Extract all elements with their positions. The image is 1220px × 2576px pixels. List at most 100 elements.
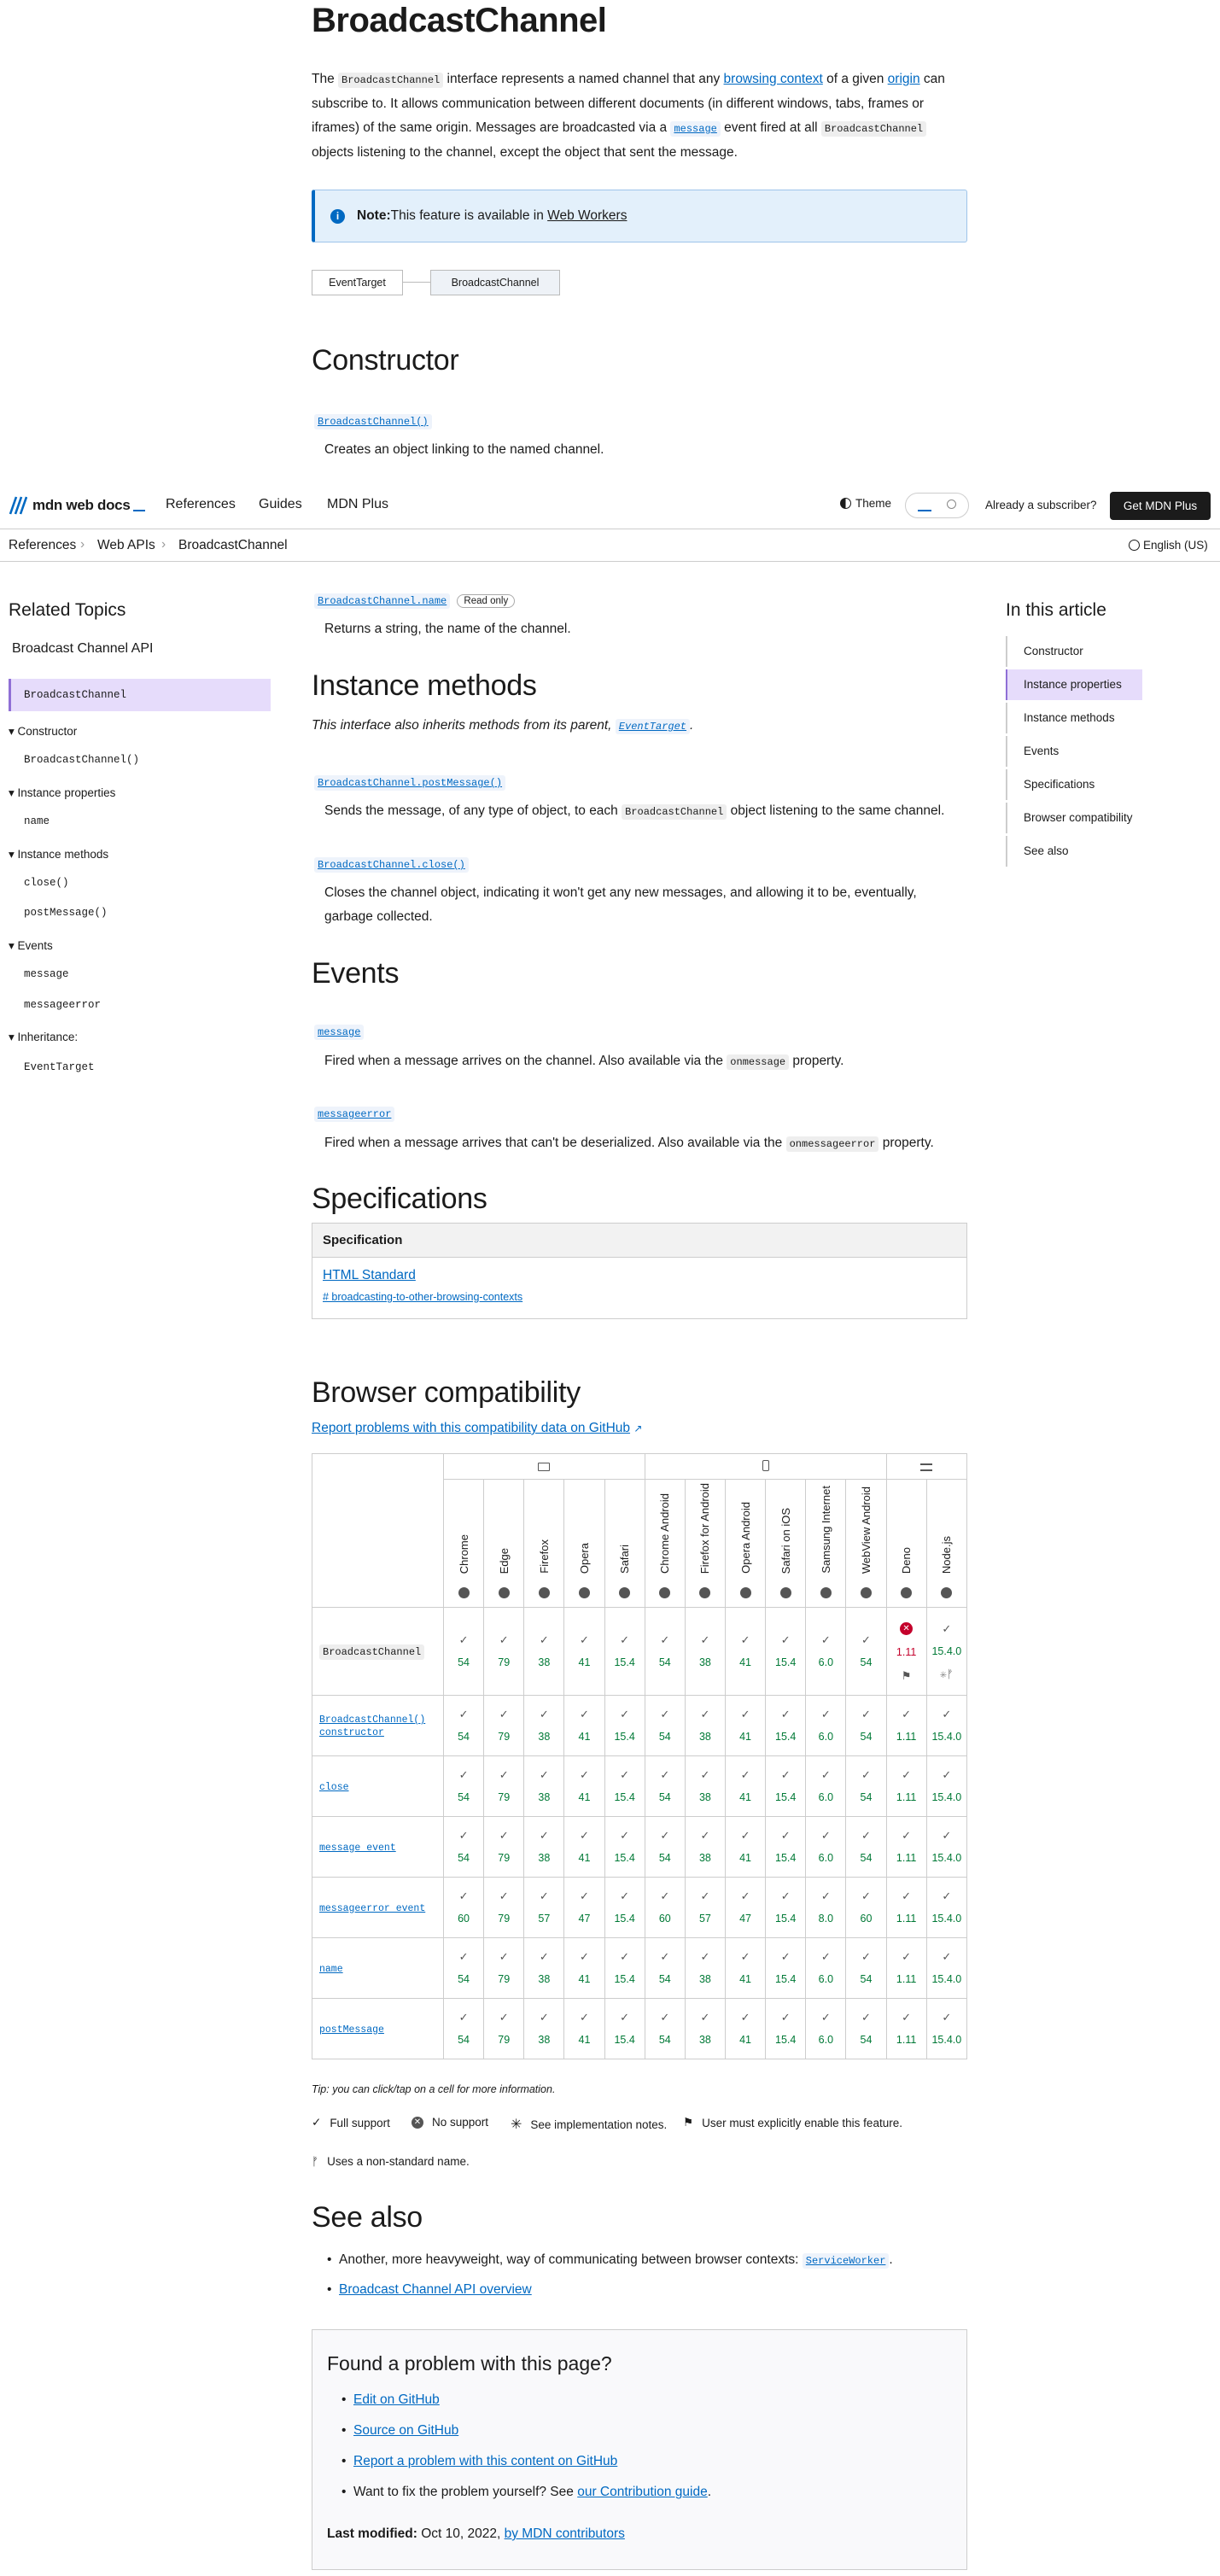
compat-cell[interactable]: ✓ 57: [523, 1877, 565, 1938]
compat-cell[interactable]: ✓ 41: [724, 1816, 767, 1878]
compat-cell[interactable]: ✓ 15.4: [765, 1607, 807, 1696]
sidebar-item-close[interactable]: close(): [24, 877, 69, 889]
toc-item-instance-properties[interactable]: Instance properties: [1006, 669, 1142, 700]
compat-cell[interactable]: ✓ 15.4.0: [925, 1755, 968, 1817]
compat-cell[interactable]: ✓ 15.4.0: [925, 1816, 968, 1878]
compat-cell[interactable]: ✓ 38: [523, 1755, 565, 1817]
compat-cell[interactable]: ✓ 79: [483, 1937, 525, 1999]
compat-cell[interactable]: ✓ 38: [684, 1816, 726, 1878]
compat-cell[interactable]: ✓ 6.0: [805, 1937, 847, 1999]
compat-cell[interactable]: ✓ 1.11: [885, 1755, 927, 1817]
compat-cell[interactable]: ✓ 54: [845, 1937, 887, 1999]
language-selector[interactable]: English (US): [1129, 539, 1208, 552]
compat-cell[interactable]: ✓ 15.4.0: [925, 1937, 968, 1999]
compat-cell[interactable]: ✓ 38: [684, 1755, 726, 1817]
compat-cell[interactable]: ✓ 15.4: [604, 1937, 645, 1999]
compat-cell[interactable]: ✓ 54: [845, 1695, 887, 1756]
compat-cell[interactable]: ✓ 38: [523, 1998, 565, 2059]
compat-cell[interactable]: ✓ 54: [442, 1937, 485, 1999]
compat-cell[interactable]: ✓ 41: [563, 1755, 605, 1817]
compat-cell[interactable]: ✓ 54: [442, 1755, 485, 1817]
compat-cell[interactable]: ✓ 54: [845, 1607, 887, 1696]
compat-cell[interactable]: ✓ 41: [563, 1998, 605, 2059]
compat-cell[interactable]: ✓ 57: [684, 1877, 726, 1938]
compat-cell[interactable]: ✓ 79: [483, 1998, 525, 2059]
mdn-logo[interactable]: mdn web docs: [9, 495, 146, 516]
link-html-standard[interactable]: HTML Standard: [323, 1268, 416, 1282]
link-spec-anchor[interactable]: # broadcasting-to-other-browsing-context…: [323, 1291, 522, 1303]
term-name-property[interactable]: BroadcastChannel.name: [314, 593, 451, 609]
link-source-on-github[interactable]: Source on GitHub: [353, 2423, 458, 2438]
compat-cell[interactable]: ✓ 79: [483, 1695, 525, 1756]
link-report-problem[interactable]: Report a problem with this content on Gi…: [353, 2454, 617, 2468]
search-input[interactable]: [905, 493, 969, 518]
toc-item-constructor[interactable]: Constructor: [1006, 636, 1142, 667]
inheritance-box-eventtarget[interactable]: EventTarget: [312, 270, 403, 295]
sidebar-group-events[interactable]: ▾ Events: [9, 939, 53, 953]
compat-feature-name[interactable]: name: [319, 1964, 343, 1975]
sidebar-item-postmessage[interactable]: postMessage(): [24, 907, 108, 919]
compat-feature-name[interactable]: BroadcastChannel() constructor: [319, 1714, 425, 1738]
link-serviceworker[interactable]: ServiceWorker: [802, 2253, 890, 2269]
compat-cell[interactable]: ✓ 15.4: [765, 1755, 807, 1817]
link-mdn-contributors[interactable]: by MDN contributors: [505, 2526, 625, 2541]
compat-cell[interactable]: ✓ 1.11: [885, 1998, 927, 2059]
compat-cell[interactable]: ✓ 38: [523, 1695, 565, 1756]
compat-cell[interactable]: ✓ 60: [644, 1877, 686, 1938]
compat-cell[interactable]: ✓ 38: [684, 1937, 726, 1999]
compat-cell[interactable]: ✓ 54: [845, 1998, 887, 2059]
term-close[interactable]: BroadcastChannel.close(): [314, 857, 469, 873]
compat-cell[interactable]: ✓ 15.4: [604, 1695, 645, 1756]
compat-cell[interactable]: ✓ 15.4: [604, 1998, 645, 2059]
compat-cell[interactable]: ✓ 41: [724, 1755, 767, 1817]
toc-item-see-also[interactable]: See also: [1006, 836, 1142, 867]
link-message-event[interactable]: message: [670, 121, 721, 137]
sidebar-item-messageerror[interactable]: messageerror: [24, 999, 101, 1011]
compat-cell[interactable]: ✓ 54: [442, 1607, 485, 1696]
compat-feature-name[interactable]: message event: [319, 1843, 396, 1854]
compat-cell[interactable]: ✓ 54: [644, 1998, 686, 2059]
compat-cell[interactable]: ✓ 6.0: [805, 1607, 847, 1696]
sidebar-item-active[interactable]: BroadcastChannel: [9, 679, 271, 711]
compat-cell[interactable]: ✓ 54: [644, 1937, 686, 1999]
compat-cell[interactable]: ✓ 38: [684, 1998, 726, 2059]
compat-cell[interactable]: ✓ 15.4: [765, 1695, 807, 1756]
compat-cell[interactable]: ✓ 15.4.0 ✳ᚠ: [925, 1607, 968, 1696]
compat-cell[interactable]: ✓ 41: [724, 1695, 767, 1756]
link-eventtarget[interactable]: EventTarget: [615, 719, 691, 734]
compat-cell[interactable]: ✓ 15.4: [604, 1816, 645, 1878]
compat-cell[interactable]: ✓ 6.0: [805, 1755, 847, 1817]
compat-feature-name[interactable]: messageerror event: [319, 1903, 425, 1914]
toc-item-browser-compatibility[interactable]: Browser compatibility: [1006, 803, 1142, 833]
compat-cell[interactable]: ✓ 38: [523, 1816, 565, 1878]
compat-cell[interactable]: ✓ 15.4: [765, 1877, 807, 1938]
sidebar-group-properties[interactable]: ▾ Instance properties: [9, 786, 115, 800]
toc-item-events[interactable]: Events: [1006, 736, 1142, 767]
sidebar-item-eventtarget[interactable]: EventTarget: [24, 1061, 95, 1073]
compat-cell[interactable]: ✓ 47: [563, 1877, 605, 1938]
compat-cell[interactable]: ✓ 15.4: [604, 1607, 645, 1696]
compat-cell[interactable]: ✓ 38: [684, 1607, 726, 1696]
compat-cell[interactable]: ✓ 38: [523, 1607, 565, 1696]
link-web-workers[interactable]: Web Workers: [547, 208, 627, 224]
compat-feature-name[interactable]: close: [319, 1782, 349, 1793]
compat-cell[interactable]: ✓ 15.4: [604, 1755, 645, 1817]
term-postmessage[interactable]: BroadcastChannel.postMessage(): [314, 775, 506, 791]
sidebar-item-constructor[interactable]: BroadcastChannel(): [24, 754, 139, 766]
compat-cell[interactable]: ✓ 54: [644, 1755, 686, 1817]
compat-cell[interactable]: ✓ 1.11: [885, 1877, 927, 1938]
compat-cell[interactable]: ✓ 54: [442, 1816, 485, 1878]
link-edit-on-github[interactable]: Edit on GitHub: [353, 2392, 440, 2407]
subscriber-link[interactable]: Already a subscriber?: [985, 499, 1097, 511]
compat-cell[interactable]: ✓ 6.0: [805, 1998, 847, 2059]
compat-cell[interactable]: ✓ 1.11: [885, 1695, 927, 1756]
sidebar-group-methods[interactable]: ▾ Instance methods: [9, 848, 108, 862]
link-browsing-context[interactable]: browsing context: [724, 72, 823, 86]
theme-toggle[interactable]: Theme: [840, 497, 891, 510]
compat-cell[interactable]: ✓ 1.11: [885, 1937, 927, 1999]
nav-guides[interactable]: Guides: [259, 497, 302, 512]
compat-cell[interactable]: ✓ 79: [483, 1755, 525, 1817]
compat-cell[interactable]: ✓ 79: [483, 1816, 525, 1878]
compat-cell[interactable]: ✓ 1.11: [885, 1816, 927, 1878]
sidebar-group-constructor[interactable]: ▾ Constructor: [9, 725, 77, 739]
